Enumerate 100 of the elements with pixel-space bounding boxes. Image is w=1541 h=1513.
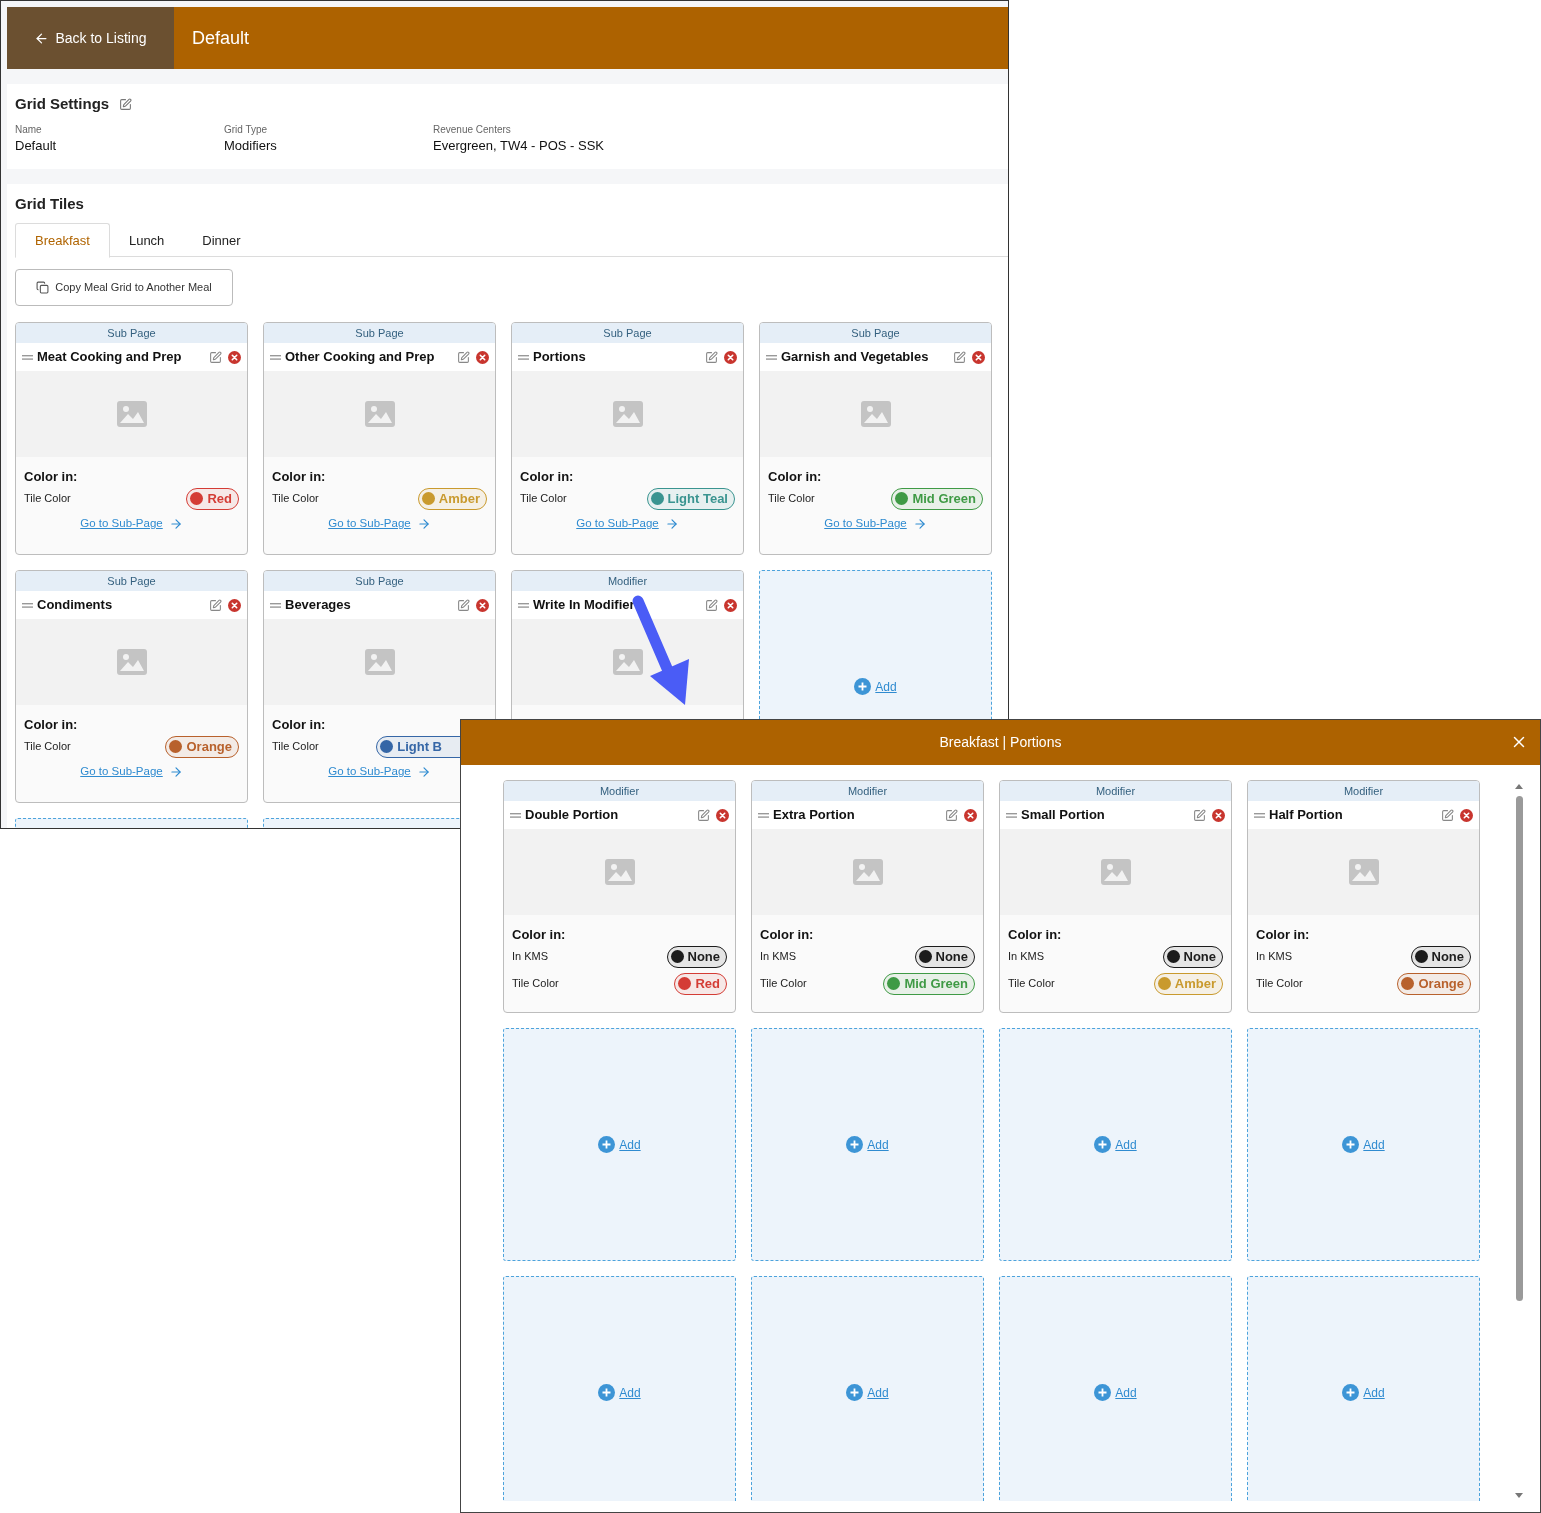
add-link[interactable]: Add <box>1115 1383 1137 1402</box>
add-link[interactable]: Add <box>1363 1383 1385 1402</box>
go-to-sub-page-link[interactable]: Go to Sub-Page <box>328 763 411 781</box>
color-label: In KMS <box>760 949 797 965</box>
add-link[interactable]: Add <box>867 1383 889 1402</box>
drag-handle-icon[interactable] <box>22 602 33 608</box>
edit-icon[interactable] <box>1441 808 1454 822</box>
delete-icon[interactable] <box>228 598 241 612</box>
color-badge: Mid Green <box>883 972 975 995</box>
color-badge: Amber <box>417 487 487 510</box>
add-icon[interactable] <box>598 1384 616 1401</box>
delete-icon[interactable] <box>476 598 489 612</box>
section-title: Grid Settings <box>15 93 110 114</box>
color-heading: Color in: <box>512 926 567 943</box>
edit-icon[interactable] <box>705 598 718 612</box>
edit-icon[interactable] <box>697 808 710 822</box>
delete-icon[interactable] <box>972 350 985 364</box>
edit-icon[interactable] <box>953 350 966 364</box>
meal-tab[interactable]: Breakfast <box>15 223 110 258</box>
add-icon[interactable] <box>854 678 872 695</box>
add-link[interactable]: Add <box>1363 1135 1385 1154</box>
drag-handle-icon[interactable] <box>766 354 777 360</box>
delete-icon[interactable] <box>1460 808 1473 822</box>
field-value: Modifiers <box>224 137 278 155</box>
drag-handle-icon[interactable] <box>518 354 529 360</box>
go-to-sub-page-link[interactable]: Go to Sub-Page <box>80 515 163 533</box>
scroll-up-icon[interactable] <box>1514 783 1524 790</box>
edit-icon[interactable] <box>457 598 470 612</box>
drag-handle-icon[interactable] <box>270 602 281 608</box>
drag-handle-icon[interactable] <box>1254 812 1265 818</box>
tile-title: Condiments <box>37 596 113 615</box>
copy-icon <box>36 281 50 294</box>
dialog-title: Breakfast | Portions <box>939 733 1062 752</box>
image-placeholder-icon <box>364 401 395 427</box>
drag-handle-icon[interactable] <box>270 354 281 360</box>
color-label: In KMS <box>512 949 549 965</box>
edit-icon[interactable] <box>209 350 222 364</box>
go-to-sub-page-link[interactable]: Go to Sub-Page <box>824 515 907 533</box>
delete-icon[interactable] <box>476 350 489 364</box>
edit-icon[interactable] <box>209 598 222 612</box>
color-label: Tile Color <box>272 739 319 755</box>
drag-handle-icon[interactable] <box>518 602 529 608</box>
go-to-sub-page-link[interactable]: Go to Sub-Page <box>328 515 411 533</box>
scroll-down-icon[interactable] <box>1514 1492 1524 1499</box>
edit-icon[interactable] <box>119 97 133 111</box>
delete-icon[interactable] <box>228 350 241 364</box>
edit-icon[interactable] <box>457 350 470 364</box>
drag-handle-icon[interactable] <box>22 354 33 360</box>
meal-tab[interactable]: Dinner <box>183 223 260 258</box>
copy-meal-grid-button[interactable]: Copy Meal Grid to Another Meal <box>15 269 233 306</box>
field-label: Name <box>15 123 43 137</box>
add-link[interactable]: Add <box>867 1135 889 1154</box>
add-icon[interactable] <box>846 1384 864 1401</box>
delete-icon[interactable] <box>724 350 737 364</box>
delete-icon[interactable] <box>724 598 737 612</box>
tile-title: Meat Cooking and Prep <box>37 348 182 367</box>
edit-icon[interactable] <box>705 350 718 364</box>
scrollbar-thumb[interactable] <box>1515 796 1523 1301</box>
add-icon[interactable] <box>598 1136 616 1153</box>
add-icon[interactable] <box>1342 1384 1360 1401</box>
arrow-right-icon <box>664 516 679 531</box>
add-link[interactable]: Add <box>619 1135 641 1154</box>
image-placeholder-icon <box>1348 859 1379 885</box>
add-icon[interactable] <box>1342 1136 1360 1153</box>
edit-icon[interactable] <box>945 808 958 822</box>
go-to-sub-page-link[interactable]: Go to Sub-Page <box>576 515 659 533</box>
back-button[interactable]: Back to Listing <box>7 7 174 69</box>
color-heading: Color in: <box>24 468 79 485</box>
add-icon[interactable] <box>1094 1384 1112 1401</box>
add-link[interactable]: Add <box>1115 1135 1137 1154</box>
add-icon[interactable] <box>1094 1136 1112 1153</box>
image-placeholder-icon <box>612 649 643 675</box>
drag-handle-icon[interactable] <box>510 812 521 818</box>
tile-type: Modifier <box>1248 781 1479 801</box>
tile-type: Modifier <box>1000 781 1231 801</box>
add-icon[interactable] <box>846 1136 864 1153</box>
color-heading: Color in: <box>520 468 575 485</box>
add-link[interactable]: Add <box>619 1383 641 1402</box>
color-label: In KMS <box>1008 949 1045 965</box>
color-label: Tile Color <box>760 976 807 992</box>
tile-title: Portions <box>533 348 586 367</box>
delete-icon[interactable] <box>1212 808 1225 822</box>
page-title: Default <box>192 26 250 50</box>
color-heading: Color in: <box>272 468 327 485</box>
section-title: Grid Tiles <box>15 194 85 214</box>
add-link[interactable]: Add <box>875 677 897 696</box>
edit-icon[interactable] <box>1193 808 1206 822</box>
tile-type: Sub Page <box>512 323 743 343</box>
delete-icon[interactable] <box>716 808 729 822</box>
image-placeholder-icon <box>1100 859 1131 885</box>
delete-icon[interactable] <box>964 808 977 822</box>
tile-title: Double Portion <box>525 806 619 825</box>
tile-title: Small Portion <box>1021 806 1105 825</box>
drag-handle-icon[interactable] <box>1006 812 1017 818</box>
color-heading: Color in: <box>24 716 79 733</box>
color-heading: Color in: <box>1008 926 1063 943</box>
meal-tab[interactable]: Lunch <box>109 223 184 258</box>
drag-handle-icon[interactable] <box>758 812 769 818</box>
go-to-sub-page-link[interactable]: Go to Sub-Page <box>80 763 163 781</box>
color-label: Tile Color <box>24 739 71 755</box>
